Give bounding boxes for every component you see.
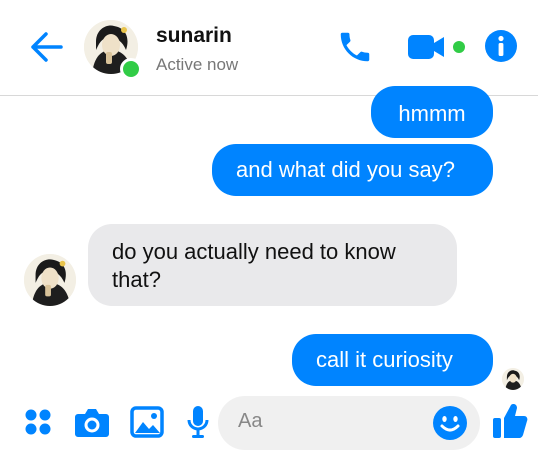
- video-camera-icon[interactable]: [406, 33, 468, 61]
- message-text: and what did you say?: [236, 157, 455, 182]
- camera-icon[interactable]: [74, 406, 110, 438]
- contact-name[interactable]: sunarin: [156, 24, 232, 48]
- message-text: do you actually need to know that?: [112, 239, 396, 292]
- message-bubble-outgoing[interactable]: hmmm: [371, 86, 493, 138]
- online-indicator: [120, 58, 142, 80]
- message-bubble-outgoing[interactable]: call it curiosity: [292, 334, 493, 386]
- message-input-placeholder: Aa: [238, 410, 263, 432]
- contact-avatar-small[interactable]: [24, 254, 76, 306]
- active-status: Active now: [156, 55, 239, 74]
- apps-grid-icon[interactable]: [24, 408, 52, 436]
- phone-icon[interactable]: [336, 28, 374, 66]
- message-bubble-incoming[interactable]: do you actually need to know that?: [88, 224, 457, 306]
- message-text: call it curiosity: [316, 347, 453, 372]
- conversation-header: sunarin Active now: [0, 0, 538, 96]
- back-arrow-icon[interactable]: [28, 30, 64, 64]
- message-text: hmmm: [398, 101, 466, 126]
- read-receipt-avatar: [502, 368, 524, 390]
- info-icon[interactable]: [484, 29, 518, 63]
- microphone-icon[interactable]: [186, 404, 210, 440]
- emoji-icon[interactable]: [432, 405, 468, 441]
- image-icon[interactable]: [130, 406, 164, 438]
- message-bubble-outgoing[interactable]: and what did you say?: [212, 144, 493, 196]
- like-thumb-icon[interactable]: [492, 402, 528, 440]
